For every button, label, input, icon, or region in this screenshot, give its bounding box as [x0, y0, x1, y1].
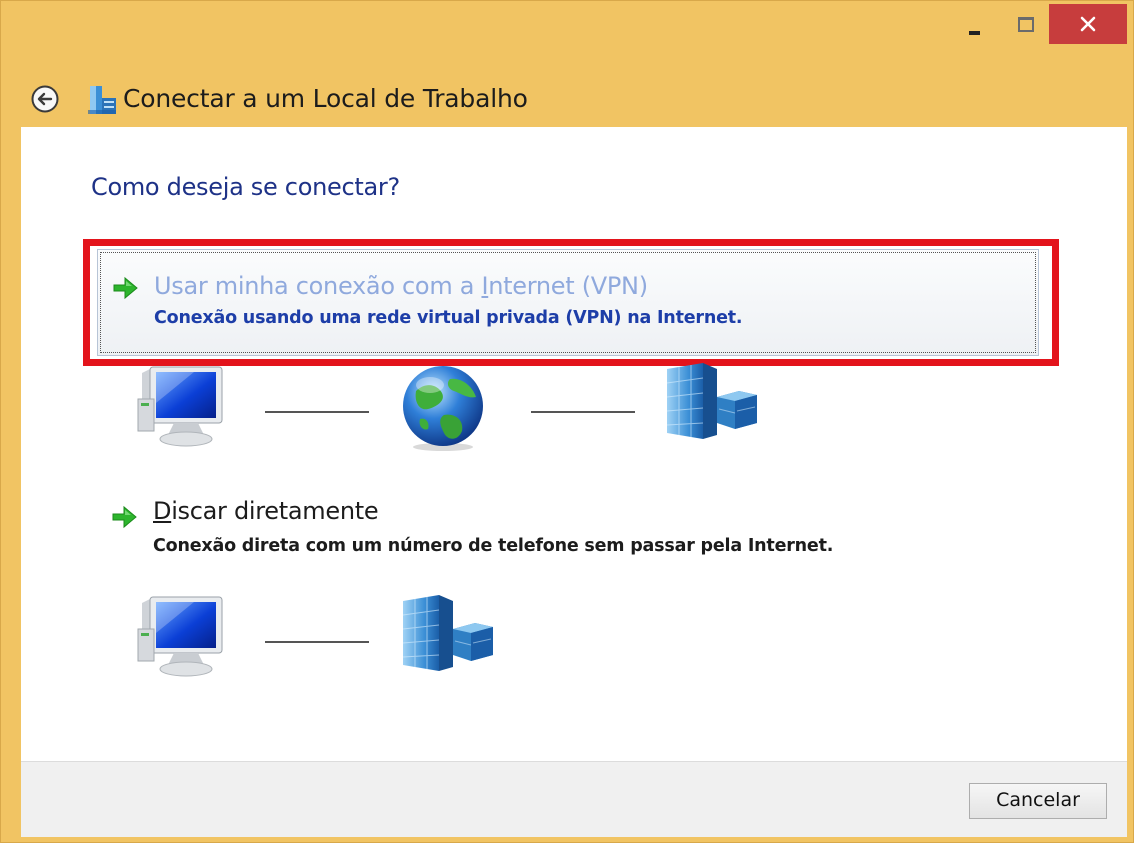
vpn-title-pre: Usar minha conexão com a — [154, 272, 482, 300]
minimize-button[interactable] — [951, 4, 1001, 44]
connection-line — [265, 411, 369, 413]
dial-directly-option-button[interactable]: Discar diretamente Conexão direta com um… — [97, 487, 897, 567]
dialog-window: Conectar a um Local de Trabalho Como des… — [0, 0, 1134, 843]
globe-icon — [397, 363, 489, 453]
dialog-footer: Cancelar — [21, 761, 1127, 837]
dialog-title: Conectar a um Local de Trabalho — [123, 84, 528, 113]
dial-title-post: iscar diretamente — [171, 497, 379, 525]
page-heading: Como deseja se conectar? — [91, 173, 400, 201]
cancel-button[interactable]: Cancelar — [969, 783, 1107, 819]
focus-rectangle — [100, 252, 1036, 353]
dial-option-title: Discar diretamente — [153, 497, 379, 525]
dialog-header: Conectar a um Local de Trabalho — [1, 71, 1133, 126]
vpn-option-title: Usar minha conexão com a Internet (VPN) — [154, 272, 648, 300]
computer-icon — [131, 593, 237, 679]
green-arrow-icon — [112, 276, 138, 300]
connection-line — [531, 411, 635, 413]
computer-icon — [131, 363, 237, 449]
vpn-option-description: Conexão usando uma rede virtual privada … — [154, 308, 743, 328]
close-icon — [1080, 16, 1096, 32]
office-building-icon — [397, 595, 497, 675]
back-arrow-icon[interactable] — [31, 85, 59, 113]
office-building-icon — [661, 363, 761, 443]
connection-line — [265, 641, 369, 643]
content-area: Como deseja se conectar? Usar minha cone… — [21, 127, 1127, 761]
workplace-network-icon — [88, 86, 116, 114]
vpn-option-button[interactable]: Usar minha conexão com a Internet (VPN) … — [97, 249, 1039, 356]
dial-option-description: Conexão direta com um número de telefone… — [153, 536, 834, 556]
close-button[interactable] — [1049, 4, 1127, 44]
maximize-button[interactable] — [1001, 4, 1049, 44]
dial-title-access-key: D — [153, 497, 172, 525]
green-arrow-icon — [111, 505, 137, 529]
title-bar[interactable] — [1, 1, 1133, 71]
vpn-title-post: nternet (VPN) — [488, 272, 648, 300]
